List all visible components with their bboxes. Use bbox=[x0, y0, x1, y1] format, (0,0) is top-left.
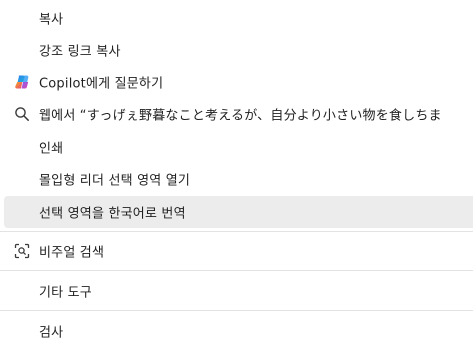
menu-item-label: Copilot에게 질문하기 bbox=[39, 76, 164, 92]
menu-item-copy[interactable]: 복사 bbox=[4, 2, 473, 34]
menu-item-more-tools[interactable]: 기타 도구 bbox=[4, 275, 473, 307]
menu-divider bbox=[0, 310, 473, 311]
menu-item-ask-copilot[interactable]: Copilot에게 질문하기 bbox=[4, 66, 473, 98]
menu-item-label: 검사 bbox=[39, 325, 64, 341]
menu-item-inspect[interactable]: 검사 bbox=[4, 315, 473, 345]
visual-search-icon bbox=[14, 243, 30, 259]
menu-item-immersive-reader[interactable]: 몰입형 리더 선택 영역 열기 bbox=[4, 163, 473, 195]
menu-item-label: 비주얼 검색 bbox=[39, 245, 105, 261]
menu-item-label: 웹에서 “すっげぇ野暮なこと考えるが、自分より小さい物を食しちま bbox=[39, 108, 442, 124]
menu-item-visual-search[interactable]: 비주얼 검색 bbox=[4, 235, 473, 267]
menu-item-search-web[interactable]: 웹에서 “すっげぇ野暮なこと考えるが、自分より小さい物を食しちま bbox=[4, 98, 473, 130]
menu-item-label: 인쇄 bbox=[39, 141, 64, 157]
menu-item-label: 몰입형 리더 선택 영역 열기 bbox=[39, 173, 191, 189]
menu-item-translate-selection[interactable]: 선택 영역을 한국어로 번역 bbox=[4, 196, 473, 228]
context-menu: 복사 강조 링크 복사 Copilot에게 질문하기 웹에서 “すっげぇ野暮なこ… bbox=[0, 0, 473, 345]
menu-item-label: 선택 영역을 한국어로 번역 bbox=[39, 206, 186, 222]
search-icon bbox=[14, 106, 30, 122]
menu-divider bbox=[0, 270, 473, 271]
menu-item-label: 복사 bbox=[39, 12, 64, 28]
menu-item-copy-link-to-highlight[interactable]: 강조 링크 복사 bbox=[4, 34, 473, 66]
menu-item-label: 기타 도구 bbox=[39, 285, 92, 301]
menu-item-label: 강조 링크 복사 bbox=[39, 44, 121, 60]
menu-item-print[interactable]: 인쇄 bbox=[4, 131, 473, 163]
copilot-icon bbox=[14, 74, 30, 90]
menu-divider bbox=[0, 231, 473, 232]
